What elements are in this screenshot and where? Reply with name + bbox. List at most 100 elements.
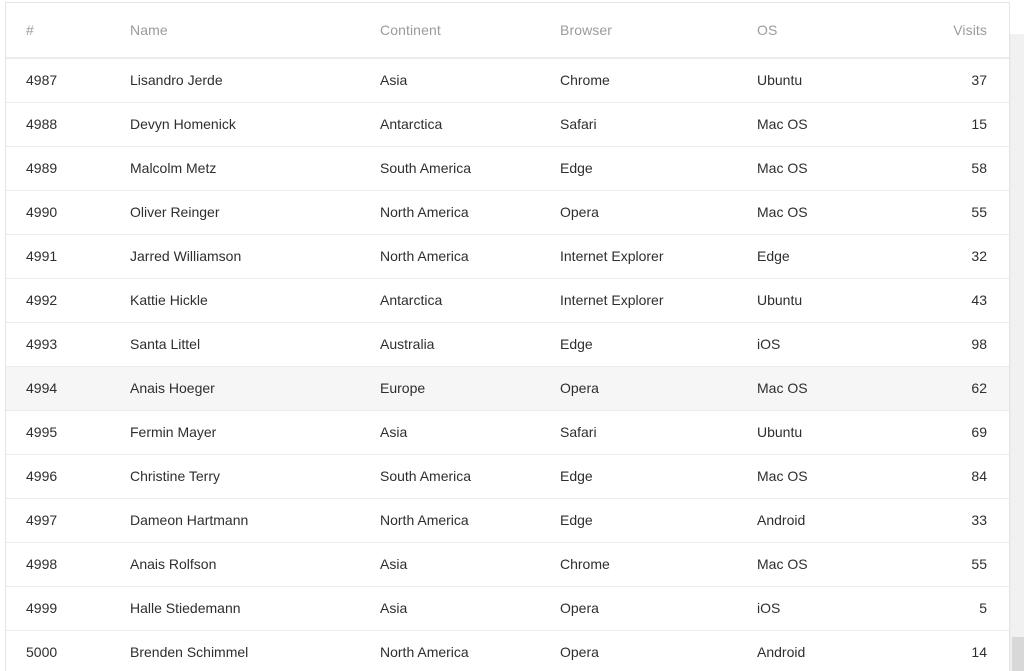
column-header-id[interactable]: # bbox=[6, 3, 110, 59]
table-row[interactable]: 4988 Devyn Homenick Antarctica Safari Mac OS… bbox=[6, 102, 1009, 147]
vertical-scrollbar-thumb[interactable] bbox=[1012, 637, 1024, 671]
cell-continent: Asia bbox=[360, 586, 540, 631]
cell-os: Ubuntu bbox=[737, 58, 897, 103]
cell-visits: 84 bbox=[897, 454, 1009, 499]
cell-continent: North America bbox=[360, 190, 540, 235]
table-row[interactable]: 4999 Halle Stiedemann Asia Opera iOS 5 bbox=[6, 586, 1009, 631]
cell-id: 4995 bbox=[6, 410, 110, 455]
cell-visits: 5 bbox=[897, 586, 1009, 631]
vertical-scrollbar[interactable] bbox=[1010, 34, 1024, 671]
cell-name: Christine Terry bbox=[110, 454, 360, 499]
cell-browser: Chrome bbox=[540, 542, 737, 587]
column-header-os[interactable]: OS bbox=[737, 3, 897, 59]
cell-name: Oliver Reinger bbox=[110, 190, 360, 235]
cell-id: 4994 bbox=[6, 366, 110, 411]
cell-id: 4999 bbox=[6, 586, 110, 631]
table-row[interactable]: 4994 Anais Hoeger Europe Opera Mac OS 62 bbox=[6, 366, 1009, 411]
cell-id: 4996 bbox=[6, 454, 110, 499]
table-row[interactable]: 4998 Anais Rolfson Asia Chrome Mac OS 55 bbox=[6, 542, 1009, 587]
cell-visits: 14 bbox=[897, 630, 1009, 671]
cell-browser: Opera bbox=[540, 630, 737, 671]
cell-browser: Opera bbox=[540, 586, 737, 631]
column-header-browser[interactable]: Browser bbox=[540, 3, 737, 59]
cell-os: Mac OS bbox=[737, 366, 897, 411]
cell-name: Brenden Schimmel bbox=[110, 630, 360, 671]
cell-id: 4998 bbox=[6, 542, 110, 587]
cell-os: iOS bbox=[737, 322, 897, 367]
cell-name: Fermin Mayer bbox=[110, 410, 360, 455]
cell-id: 4987 bbox=[6, 58, 110, 103]
cell-id: 4991 bbox=[6, 234, 110, 279]
cell-visits: 55 bbox=[897, 542, 1009, 587]
cell-continent: South America bbox=[360, 146, 540, 191]
cell-id: 4993 bbox=[6, 322, 110, 367]
cell-os: Ubuntu bbox=[737, 278, 897, 323]
table-body: 4987 Lisandro Jerde Asia Chrome Ubuntu 37 4988… bbox=[6, 58, 1009, 671]
cell-visits: 98 bbox=[897, 322, 1009, 367]
column-header-name[interactable]: Name bbox=[110, 3, 360, 59]
cell-name: Dameon Hartmann bbox=[110, 498, 360, 543]
app-viewport: # Name Continent Browser OS Visits 4987 L… bbox=[0, 0, 1024, 671]
column-header-visits[interactable]: Visits bbox=[897, 3, 1009, 59]
cell-visits: 33 bbox=[897, 498, 1009, 543]
cell-os: Mac OS bbox=[737, 542, 897, 587]
cell-os: Mac OS bbox=[737, 190, 897, 235]
cell-os: iOS bbox=[737, 586, 897, 631]
cell-visits: 58 bbox=[897, 146, 1009, 191]
cell-id: 4988 bbox=[6, 102, 110, 147]
cell-browser: Opera bbox=[540, 366, 737, 411]
table-row[interactable]: 4996 Christine Terry South America Edge Mac … bbox=[6, 454, 1009, 499]
cell-continent: Asia bbox=[360, 542, 540, 587]
cell-name: Jarred Williamson bbox=[110, 234, 360, 279]
column-header-continent[interactable]: Continent bbox=[360, 3, 540, 59]
cell-visits: 37 bbox=[897, 58, 1009, 103]
cell-browser: Internet Explorer bbox=[540, 278, 737, 323]
table-row[interactable]: 4987 Lisandro Jerde Asia Chrome Ubuntu 37 bbox=[6, 58, 1009, 103]
cell-name: Halle Stiedemann bbox=[110, 586, 360, 631]
cell-os: Ubuntu bbox=[737, 410, 897, 455]
cell-continent: North America bbox=[360, 630, 540, 671]
table-row[interactable]: 5000 Brenden Schimmel North America Opera An… bbox=[6, 630, 1009, 671]
cell-browser: Edge bbox=[540, 498, 737, 543]
table-row[interactable]: 4995 Fermin Mayer Asia Safari Ubuntu 69 bbox=[6, 410, 1009, 455]
table-header-row: # Name Continent Browser OS Visits bbox=[6, 3, 1009, 59]
cell-visits: 69 bbox=[897, 410, 1009, 455]
cell-continent: Antarctica bbox=[360, 278, 540, 323]
cell-continent: Antarctica bbox=[360, 102, 540, 147]
cell-browser: Opera bbox=[540, 190, 737, 235]
table-row[interactable]: 4990 Oliver Reinger North America Opera Mac … bbox=[6, 190, 1009, 235]
cell-continent: Asia bbox=[360, 58, 540, 103]
cell-id: 4992 bbox=[6, 278, 110, 323]
cell-browser: Safari bbox=[540, 410, 737, 455]
table-row[interactable]: 4992 Kattie Hickle Antarctica Internet Expl… bbox=[6, 278, 1009, 323]
cell-name: Anais Hoeger bbox=[110, 366, 360, 411]
cell-id: 4997 bbox=[6, 498, 110, 543]
table-row[interactable]: 4993 Santa Littel Australia Edge iOS 98 bbox=[6, 322, 1009, 367]
cell-browser: Safari bbox=[540, 102, 737, 147]
cell-visits: 32 bbox=[897, 234, 1009, 279]
cell-id: 5000 bbox=[6, 630, 110, 671]
cell-name: Lisandro Jerde bbox=[110, 58, 360, 103]
cell-name: Devyn Homenick bbox=[110, 102, 360, 147]
cell-os: Android bbox=[737, 498, 897, 543]
cell-id: 4990 bbox=[6, 190, 110, 235]
table-header: # Name Continent Browser OS Visits bbox=[6, 3, 1009, 59]
cell-continent: South America bbox=[360, 454, 540, 499]
cell-continent: Australia bbox=[360, 322, 540, 367]
cell-os: Android bbox=[737, 630, 897, 671]
table-row[interactable]: 4997 Dameon Hartmann North America Edge Andr… bbox=[6, 498, 1009, 543]
cell-browser: Edge bbox=[540, 146, 737, 191]
cell-browser: Edge bbox=[540, 454, 737, 499]
data-table-container: # Name Continent Browser OS Visits 4987 L… bbox=[5, 2, 1010, 671]
table-row[interactable]: 4989 Malcolm Metz South America Edge Mac OS 5… bbox=[6, 146, 1009, 191]
cell-continent: North America bbox=[360, 498, 540, 543]
cell-name: Malcolm Metz bbox=[110, 146, 360, 191]
cell-browser: Chrome bbox=[540, 58, 737, 103]
cell-os: Mac OS bbox=[737, 146, 897, 191]
cell-continent: Europe bbox=[360, 366, 540, 411]
cell-visits: 43 bbox=[897, 278, 1009, 323]
data-table: # Name Continent Browser OS Visits 4987 L… bbox=[6, 3, 1009, 671]
cell-browser: Edge bbox=[540, 322, 737, 367]
table-row[interactable]: 4991 Jarred Williamson North America Intern… bbox=[6, 234, 1009, 279]
cell-visits: 62 bbox=[897, 366, 1009, 411]
